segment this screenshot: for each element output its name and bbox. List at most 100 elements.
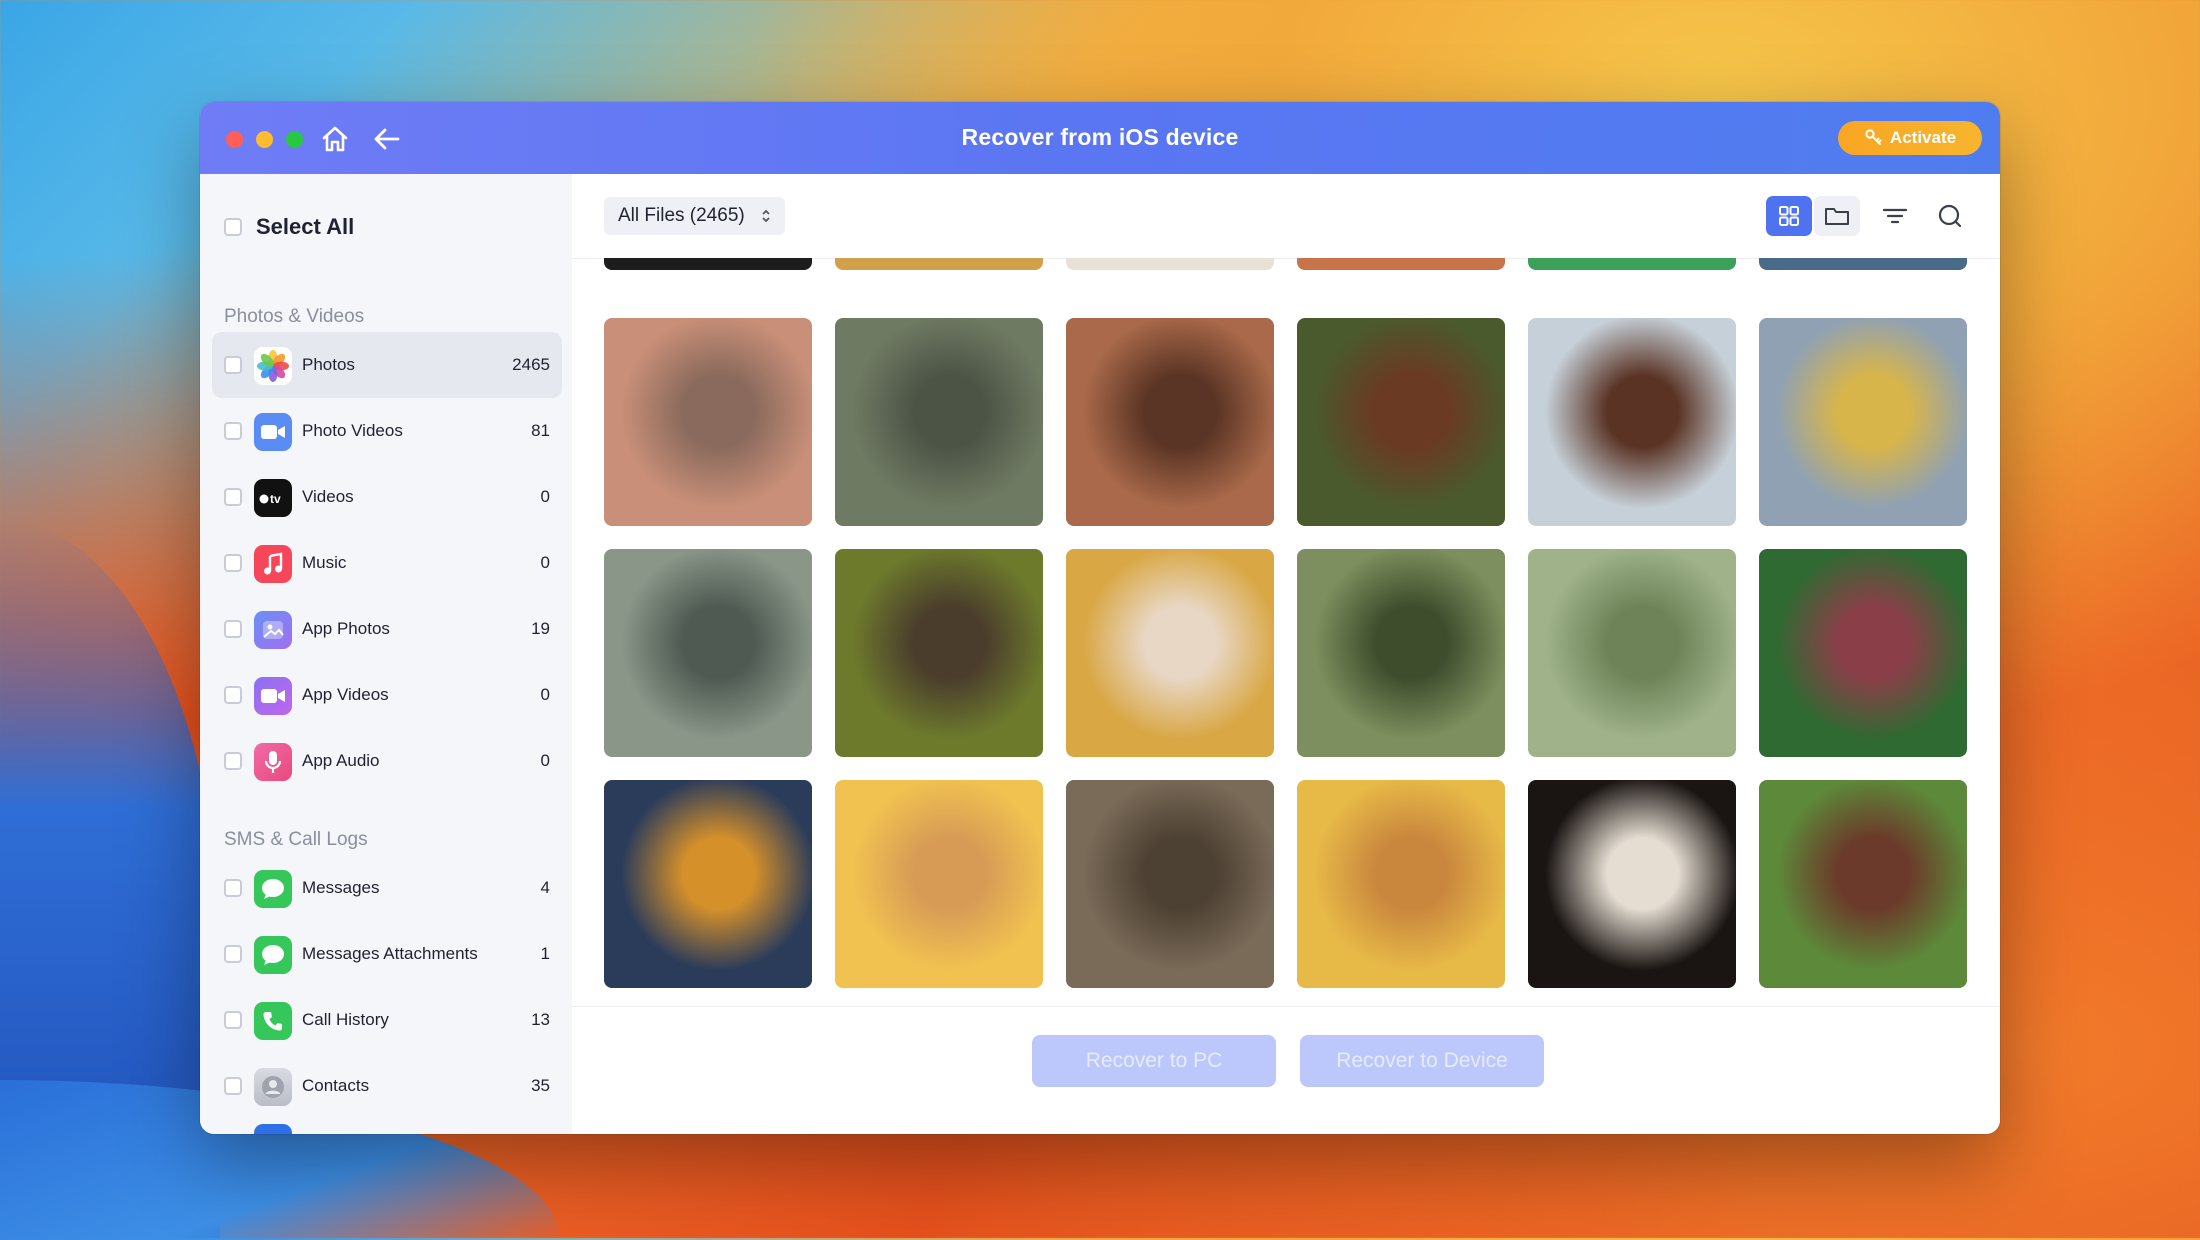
apple-tv-icon: tv xyxy=(254,479,292,517)
category-label: Contacts xyxy=(302,1076,370,1095)
photo-thumbnail-partial[interactable] xyxy=(1759,258,1967,270)
photo-grid xyxy=(572,258,2000,1006)
photo-videos-icon xyxy=(254,413,292,451)
section-label-sms-call-logs: SMS & Call Logs xyxy=(224,829,368,850)
partial-category-icon xyxy=(254,1124,292,1134)
category-count: 1 xyxy=(540,944,550,963)
contacts-checkbox[interactable] xyxy=(224,1077,242,1095)
photo-thumbnail-monkey-in-tree[interactable] xyxy=(604,318,812,526)
sidebar-item-app-photos[interactable]: App Photos 19 xyxy=(212,596,562,662)
photo-videos-checkbox[interactable] xyxy=(224,422,242,440)
music-icon xyxy=(254,545,292,583)
sidebar-item-photos[interactable]: Photos 2465 xyxy=(212,332,562,398)
category-count: 0 xyxy=(540,487,550,506)
photo-thumbnail-sparrow[interactable] xyxy=(1297,549,1505,757)
category-label: App Audio xyxy=(302,751,380,770)
messages-attachments-icon xyxy=(254,936,292,974)
photo-thumbnail-partial[interactable] xyxy=(1066,258,1274,270)
grid-view-button[interactable] xyxy=(1766,196,1812,236)
app-audio-checkbox[interactable] xyxy=(224,752,242,770)
category-label: Videos xyxy=(302,487,354,506)
search-button[interactable] xyxy=(1927,196,1973,236)
messages-icon xyxy=(254,870,292,908)
sidebar-item-call-history[interactable]: Call History 13 xyxy=(212,987,562,1053)
sidebar-item-app-videos[interactable]: App Videos 0 xyxy=(212,662,562,728)
photo-thumbnail-green-parrot[interactable] xyxy=(1759,549,1967,757)
phone-icon xyxy=(254,1002,292,1040)
sidebar-item-messages-attachments[interactable]: Messages Attachments 1 xyxy=(212,921,562,987)
photo-thumbnail-tit-on-hand[interactable] xyxy=(1066,549,1274,757)
select-all-label: Select All xyxy=(256,214,355,239)
photo-thumbnail-swallow[interactable] xyxy=(1528,549,1736,757)
activate-label: Activate xyxy=(1889,128,1957,147)
category-count: 35 xyxy=(531,1076,550,1095)
photo-thumbnail-two-horses[interactable] xyxy=(1759,780,1967,988)
category-label: Messages Attachments xyxy=(302,944,478,963)
microphone-icon xyxy=(254,743,292,781)
photo-thumbnail-partial[interactable] xyxy=(604,258,812,270)
category-count: 81 xyxy=(531,421,550,440)
category-count: 2465 xyxy=(512,355,550,374)
photo-thumbnail-partial[interactable] xyxy=(1528,258,1736,270)
music-checkbox[interactable] xyxy=(224,554,242,572)
photo-thumbnail-brown-horse[interactable] xyxy=(1297,318,1505,526)
photo-thumbnail-french-bulldog[interactable] xyxy=(835,780,1043,988)
app-videos-icon xyxy=(254,677,292,715)
search-icon xyxy=(1938,204,1962,228)
photo-thumbnail-partial[interactable] xyxy=(835,258,1043,270)
sidebar-item-photo-videos[interactable]: Photo Videos 81 xyxy=(212,398,562,464)
category-count: 13 xyxy=(531,1010,550,1029)
photo-thumbnail-lovebird-on-rope[interactable] xyxy=(1759,318,1967,526)
app-videos-checkbox[interactable] xyxy=(224,686,242,704)
toolbar: All Files (2465) xyxy=(572,174,2000,259)
category-label: App Videos xyxy=(302,685,389,704)
main-content: All Files (2465) Recover to PC Recover t… xyxy=(572,174,2000,1134)
select-all-row[interactable]: Select All xyxy=(224,214,354,240)
sidebar: Select All Photos & Videos Photos 2465 P… xyxy=(200,174,572,1134)
photo-thumbnail-partial[interactable] xyxy=(1297,258,1505,270)
photos-checkbox[interactable] xyxy=(224,356,242,374)
photo-thumbnail-macaw-wing[interactable] xyxy=(604,780,812,988)
section-label-photos-videos: Photos & Videos xyxy=(224,306,365,327)
photo-thumbnail-curlew-on-post[interactable] xyxy=(835,318,1043,526)
sidebar-item-music[interactable]: Music 0 xyxy=(212,530,562,596)
sidebar-item-app-audio[interactable]: App Audio 0 xyxy=(212,728,562,794)
recover-to-device-button[interactable]: Recover to Device xyxy=(1300,1035,1544,1087)
category-count: 0 xyxy=(540,751,550,770)
photo-thumbnail-white-kitten[interactable] xyxy=(1528,780,1736,988)
folder-view-button[interactable] xyxy=(1814,196,1860,236)
up-down-chevron-icon xyxy=(762,209,770,223)
photo-thumbnail-chocolate-labrador[interactable] xyxy=(1528,318,1736,526)
category-label: App Photos xyxy=(302,619,390,638)
sidebar-item-videos[interactable]: tv Videos 0 xyxy=(212,464,562,530)
photo-thumbnail-myna-bird[interactable] xyxy=(835,549,1043,757)
category-label: Photos xyxy=(302,355,355,374)
photo-thumbnail-puffin[interactable] xyxy=(604,549,812,757)
file-filter-select[interactable]: All Files (2465) xyxy=(604,197,785,235)
sidebar-item-contacts[interactable]: Contacts 35 xyxy=(212,1053,562,1119)
recover-to-pc-button[interactable]: Recover to PC xyxy=(1032,1035,1276,1087)
filter-lines-icon xyxy=(1882,208,1908,224)
photo-thumbnail-tabby-cat[interactable] xyxy=(1066,318,1274,526)
category-count: 0 xyxy=(540,553,550,572)
photo-thumbnail-grey-tabby-cat[interactable] xyxy=(1066,780,1274,988)
select-all-checkbox[interactable] xyxy=(224,218,242,236)
videos-checkbox[interactable] xyxy=(224,488,242,506)
activate-button[interactable]: Activate xyxy=(1838,121,1982,155)
messages-attachments-checkbox[interactable] xyxy=(224,945,242,963)
messages-checkbox[interactable] xyxy=(224,879,242,897)
app-photos-icon xyxy=(254,611,292,649)
sort-button[interactable] xyxy=(1872,196,1918,236)
app-window: Recover from iOS device Activate Select … xyxy=(200,102,2000,1134)
category-count: 19 xyxy=(531,619,550,638)
call-history-checkbox[interactable] xyxy=(224,1011,242,1029)
photos-icon xyxy=(254,347,292,385)
photo-thumbnail-poodle-puppy[interactable] xyxy=(1297,780,1505,988)
category-label: Call History xyxy=(302,1010,389,1029)
window-title: Recover from iOS device xyxy=(961,124,1239,150)
folder-icon xyxy=(1825,208,1849,225)
contacts-icon xyxy=(254,1068,292,1106)
sidebar-item-messages[interactable]: Messages 4 xyxy=(212,855,562,921)
category-label: Photo Videos xyxy=(302,421,403,440)
app-photos-checkbox[interactable] xyxy=(224,620,242,638)
